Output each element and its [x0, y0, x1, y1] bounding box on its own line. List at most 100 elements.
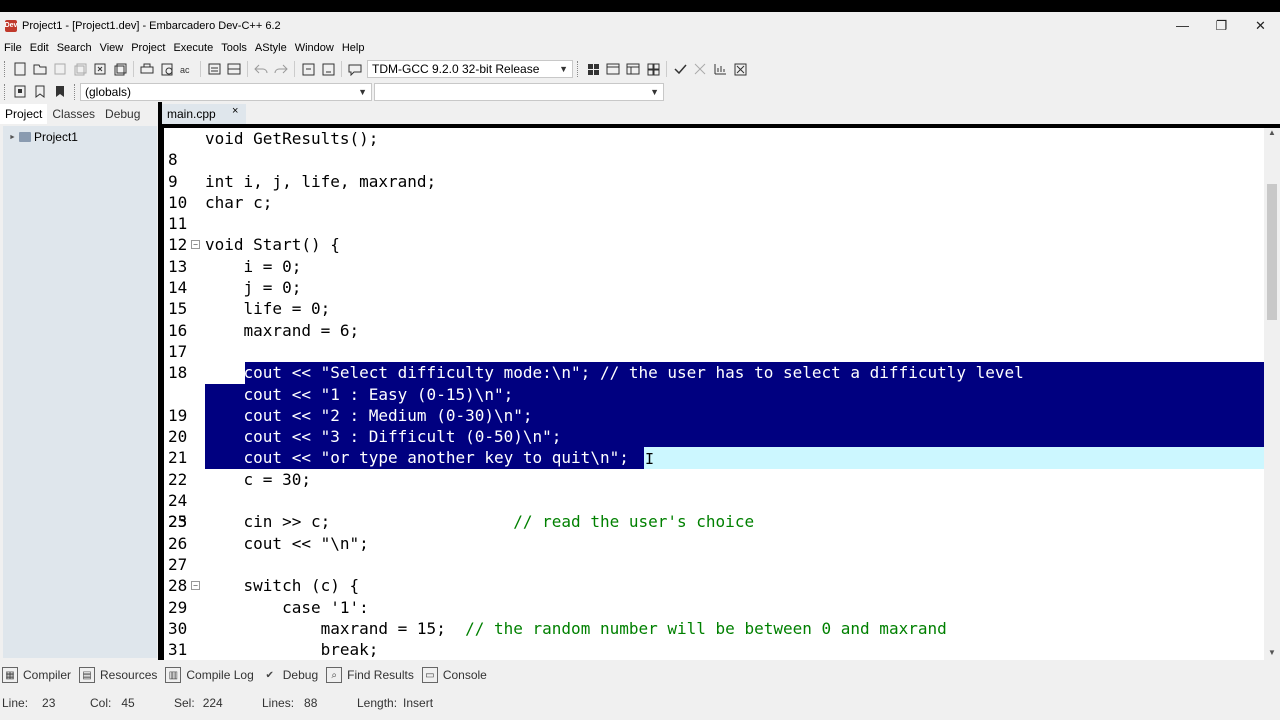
status-mode: Length: Insert — [357, 696, 433, 710]
code-text: c = 30; — [205, 469, 311, 489]
indent-icon[interactable] — [298, 60, 318, 78]
main-toolbar: ac TDM-GCC 9.2.0 32-bit Release ▼ — [0, 57, 1280, 81]
status-length-label: Length: — [357, 696, 398, 710]
tab-project[interactable]: Project — [0, 104, 48, 124]
code-text: void GetResults(); — [205, 129, 379, 148]
goto-bookmark-icon[interactable] — [50, 83, 70, 101]
toolbar-grip[interactable] — [4, 61, 7, 77]
code-line: 26 cin >> c; // read the user's choice — [164, 511, 1264, 552]
tab-console[interactable]: ▭ Console — [421, 667, 487, 683]
fold-toggle-icon[interactable]: − — [191, 240, 200, 250]
toolbar-grip[interactable] — [577, 61, 580, 77]
tab-label: main.cpp — [167, 107, 216, 121]
function-select[interactable]: ▼ — [374, 82, 664, 101]
tab-debug[interactable]: Debug — [100, 104, 145, 124]
code-editor[interactable]: 8 void GetResults(); 9 10 int i, j, life… — [164, 128, 1264, 660]
menu-window[interactable]: Window — [295, 42, 334, 54]
status-sel-value: 224 — [202, 696, 223, 710]
restore-button[interactable]: ❐ — [1202, 12, 1241, 39]
tab-compile-log[interactable]: ▥ Compile Log — [165, 667, 254, 683]
cancel-icon[interactable] — [690, 60, 710, 78]
menu-execute[interactable]: Execute — [173, 42, 213, 54]
status-line-label: Line: — [2, 696, 29, 710]
code-line: 10 int i, j, life, maxrand; — [164, 171, 1264, 212]
redo-icon[interactable] — [271, 60, 291, 78]
minimize-button[interactable]: — — [1163, 12, 1202, 39]
toolbar-grip[interactable] — [74, 83, 77, 100]
goto-line-icon[interactable] — [345, 60, 365, 78]
code-comment: // the random number will be between 0 a… — [445, 618, 947, 638]
code-line: 17 maxrand = 6; — [164, 320, 1264, 361]
delete-profile-icon[interactable] — [730, 60, 750, 78]
insert-code-icon[interactable] — [10, 83, 30, 101]
bookmark-icon[interactable] — [30, 83, 50, 101]
find-icon[interactable] — [157, 60, 177, 78]
tab-resources[interactable]: ▤ Resources — [79, 667, 157, 683]
tab-classes[interactable]: Classes — [47, 104, 100, 124]
menu-tools[interactable]: Tools — [221, 42, 247, 54]
project-panel: Project Classes Debug ► Project1 — [0, 102, 158, 660]
save-all-icon[interactable] — [70, 60, 90, 78]
print-icon[interactable] — [137, 60, 157, 78]
menu-edit[interactable]: Edit — [30, 42, 49, 54]
code-line: 11 char c; — [164, 192, 1264, 233]
scroll-down-icon[interactable]: ▼ — [1264, 648, 1280, 660]
tab-main-cpp[interactable]: main.cpp × — [162, 104, 246, 124]
tab-label: Compiler — [23, 668, 72, 682]
status-sel: Sel: 224 — [174, 696, 223, 710]
console-icon: ▭ — [421, 667, 438, 683]
tab-debug-output[interactable]: ✔ Debug — [262, 667, 319, 683]
close-tab-icon[interactable]: × — [232, 105, 238, 117]
window-title: Project1 - [Project1.dev] - Embarcadero … — [22, 19, 281, 32]
code-comment: // read the user's choice — [330, 512, 755, 532]
scroll-thumb[interactable] — [1267, 184, 1277, 320]
save-icon[interactable] — [50, 60, 70, 78]
replace-icon[interactable]: ac — [177, 60, 197, 78]
menu-help[interactable]: Help — [342, 42, 365, 54]
toggle-bookmark-icon[interactable] — [224, 60, 244, 78]
check-icon[interactable] — [670, 60, 690, 78]
debug-icon: ✔ — [265, 669, 274, 681]
code-line: 30 case '1': — [164, 597, 1264, 638]
code-line: 28 — [164, 554, 1264, 595]
chart-icon[interactable] — [710, 60, 730, 78]
undo-icon[interactable] — [251, 60, 271, 78]
scope-select[interactable]: (globals) ▼ — [80, 82, 372, 101]
toolbar-grip[interactable] — [4, 83, 7, 100]
devcpp-app-icon[interactable]: Dev — [5, 19, 17, 32]
code-text: i = 0; — [205, 256, 302, 276]
close-button[interactable]: ✕ — [1241, 12, 1280, 39]
code-text: int i, j, life, maxrand; — [205, 171, 437, 191]
window-icon[interactable] — [603, 60, 623, 78]
new-file-icon[interactable] — [10, 60, 30, 78]
close-all-icon[interactable] — [110, 60, 130, 78]
status-sel-label: Sel: — [174, 696, 195, 710]
comment-icon[interactable] — [204, 60, 224, 78]
unindent-icon[interactable] — [318, 60, 338, 78]
class-browser-icon[interactable] — [623, 60, 643, 78]
menu-view[interactable]: View — [100, 42, 124, 54]
scroll-up-icon[interactable]: ▲ — [1264, 128, 1280, 140]
menu-astyle[interactable]: AStyle — [255, 42, 287, 54]
open-file-icon[interactable] — [30, 60, 50, 78]
status-line: Line: 23 — [2, 696, 55, 710]
menu-search[interactable]: Search — [57, 42, 92, 54]
close-file-icon[interactable] — [90, 60, 110, 78]
editor-scrollbar[interactable]: ▲ ▼ — [1264, 128, 1280, 660]
menu-project[interactable]: Project — [131, 42, 165, 54]
status-lines-label: Lines: — [262, 696, 295, 710]
chevron-down-icon: ▼ — [650, 86, 659, 97]
layout-grid-icon[interactable] — [583, 60, 603, 78]
tiles-icon[interactable] — [643, 60, 663, 78]
tree-item-project1[interactable]: ► Project1 — [3, 130, 157, 144]
compile-log-icon: ▥ — [165, 667, 182, 683]
expand-arrow-icon[interactable]: ► — [9, 134, 16, 141]
tab-label: Compile Log — [186, 668, 254, 682]
tab-find-results[interactable]: ⌕ Find Results — [326, 667, 414, 683]
code-line-selected: 20 cout << "1 : Easy (0-15)\n"; — [164, 383, 1264, 446]
compiler-select[interactable]: TDM-GCC 9.2.0 32-bit Release ▼ — [367, 60, 573, 78]
tab-compiler[interactable]: ▦ Compiler — [2, 667, 71, 683]
code-text: maxrand = 6; — [205, 320, 360, 340]
fold-toggle-icon[interactable]: − — [191, 581, 200, 591]
menu-file[interactable]: File — [4, 42, 22, 54]
